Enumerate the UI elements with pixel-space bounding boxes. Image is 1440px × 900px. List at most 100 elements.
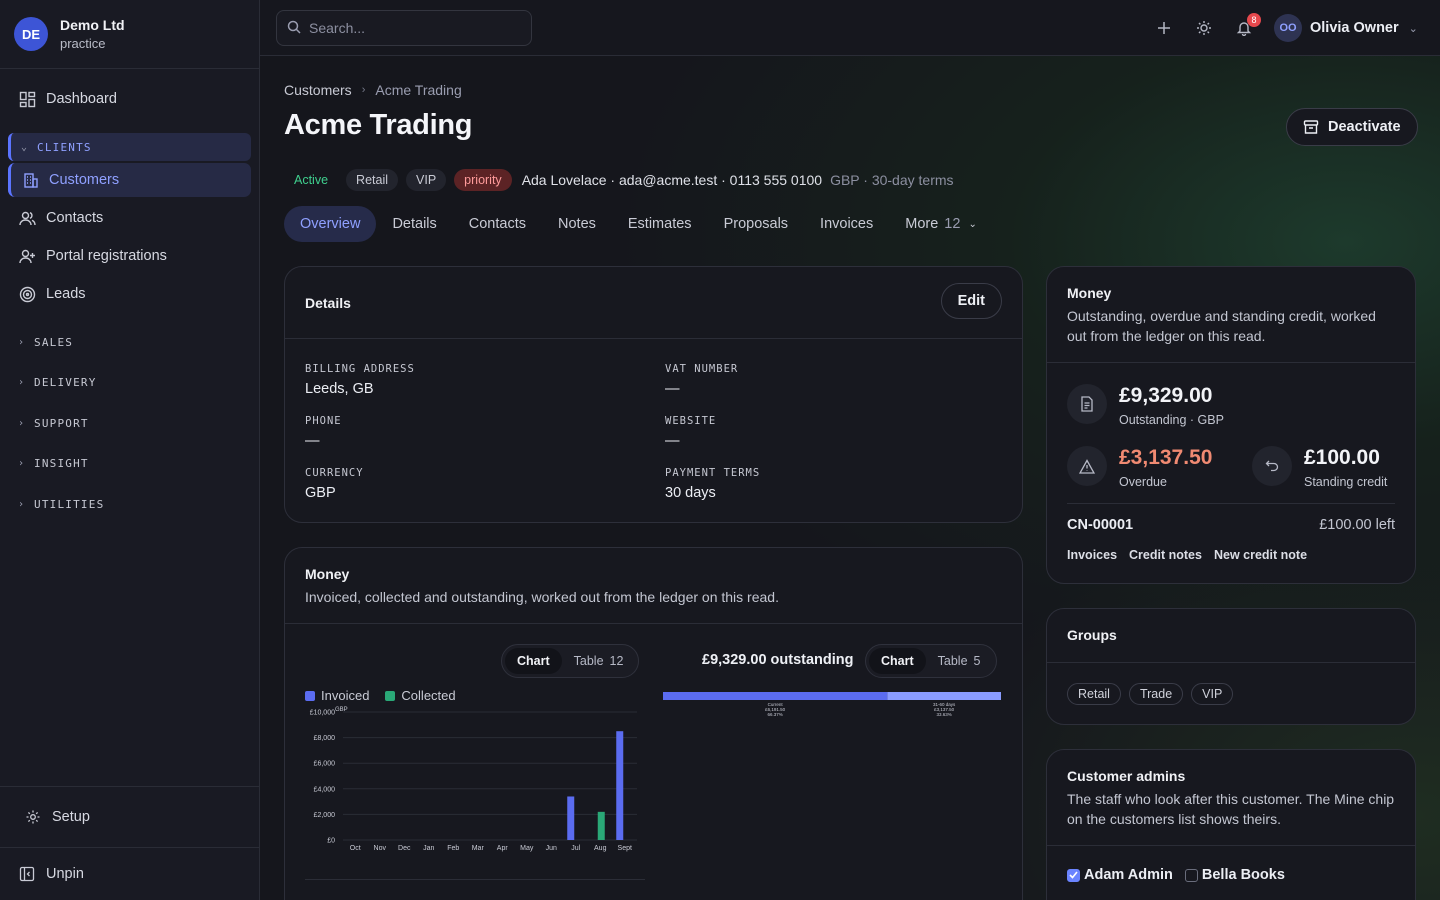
- tab-invoices[interactable]: Invoices: [804, 206, 889, 242]
- tag-chip: Retail: [346, 169, 399, 191]
- section-sales[interactable]: › SALES: [8, 328, 251, 356]
- setup-button[interactable]: Setup: [14, 800, 257, 834]
- group-chip[interactable]: Retail: [1067, 683, 1121, 705]
- link-credit-notes[interactable]: Credit notes: [1129, 548, 1202, 562]
- tab-label: Contacts: [468, 216, 526, 232]
- tab-more[interactable]: More 12 ⌄: [889, 206, 993, 242]
- table-toggle[interactable]: Table 12: [562, 648, 636, 674]
- x-tick-label: Apr: [497, 845, 509, 852]
- deactivate-label: Deactivate: [1328, 119, 1401, 135]
- sidebar-item-leads[interactable]: Leads: [8, 277, 251, 311]
- setup-label: Setup: [52, 809, 90, 825]
- credit-label: Standing credit: [1304, 475, 1388, 489]
- document-icon: [1067, 384, 1107, 424]
- unpin-button[interactable]: Unpin: [8, 857, 251, 891]
- main-content: Customers › Acme Trading Acme Trading De…: [260, 56, 1440, 900]
- legend-swatch-invoiced: [305, 690, 315, 701]
- outstanding-total: £9,329.00 outstanding: [702, 652, 854, 668]
- tag-chip: VIP: [406, 169, 447, 191]
- link-new-credit-note[interactable]: New credit note: [1214, 548, 1307, 562]
- edit-button[interactable]: Edit: [940, 283, 1002, 319]
- details-card: Details Edit BILLING ADDRESS Leeds, GB V…: [284, 266, 1023, 523]
- aging-label: 66.37%: [768, 712, 783, 717]
- tab-bar: Overview Details Contacts Notes Estimate…: [284, 206, 993, 242]
- y-tick-label: £2,000: [314, 812, 336, 819]
- field-label: VAT NUMBER: [665, 363, 739, 375]
- user-menu[interactable]: OO Olivia Owner ⌄: [1274, 14, 1418, 42]
- outstanding-label: Outstanding · GBP: [1119, 413, 1224, 427]
- field-phone: PHONE —: [305, 415, 342, 449]
- section-delivery[interactable]: › DELIVERY: [8, 368, 251, 396]
- section-utilities[interactable]: › UTILITIES: [8, 490, 251, 518]
- overdue-label: Overdue: [1119, 475, 1167, 489]
- page-title: Acme Trading: [284, 109, 473, 141]
- checkbox-checked-icon: [1067, 868, 1080, 882]
- status-badge: Active: [294, 173, 329, 187]
- sidebar-item-contacts[interactable]: Contacts: [8, 201, 251, 235]
- aging-stacked-bar: Current£6,191.5066.37%31-60 days£3,137.5…: [663, 692, 1001, 717]
- x-tick-label: Jan: [423, 845, 434, 852]
- tab-label: Overview: [300, 216, 361, 232]
- field-payment-terms: PAYMENT TERMS 30 days: [665, 467, 760, 501]
- sun-icon[interactable]: [1194, 18, 1214, 38]
- admin-name: Adam Admin: [1084, 867, 1173, 883]
- search-input[interactable]: [309, 20, 519, 36]
- outstanding-summary: £9,329.00 Outstanding · GBP: [1067, 384, 1224, 427]
- y-tick-label: £10,000: [310, 710, 335, 717]
- chart-legend: Invoiced Collected: [305, 688, 456, 703]
- tab-estimates[interactable]: Estimates: [612, 206, 708, 242]
- org-subtitle: practice: [60, 36, 106, 51]
- group-chip[interactable]: Trade: [1128, 683, 1184, 705]
- y-tick-label: £6,000: [314, 761, 336, 768]
- sidebar-item-customers[interactable]: Customers: [8, 163, 251, 197]
- user-plus-icon: [18, 247, 36, 265]
- sidebar-item-dashboard[interactable]: Dashboard: [8, 82, 251, 116]
- chart-table-toggle: Chart Table 12: [501, 644, 640, 678]
- credit-note-id[interactable]: CN-00001: [1067, 517, 1133, 533]
- tab-proposals[interactable]: Proposals: [708, 206, 804, 242]
- chart-toggle[interactable]: Chart: [505, 648, 562, 674]
- chart-toggle[interactable]: Chart: [869, 648, 926, 674]
- sidebar-item-label: Portal registrations: [46, 248, 167, 264]
- topbar: 8 OO Olivia Owner ⌄: [260, 0, 1440, 56]
- y-tick-label: £4,000: [314, 786, 336, 793]
- admin-checkbox-bella[interactable]: Bella Books: [1184, 867, 1285, 883]
- unpin-label: Unpin: [46, 866, 84, 882]
- x-tick-label: Sept: [618, 845, 632, 852]
- toggle-count: 5: [973, 654, 981, 668]
- breadcrumb-parent[interactable]: Customers: [284, 82, 352, 98]
- section-clients[interactable]: ⌄ CLIENTS: [8, 133, 251, 161]
- admin-checkbox-adam[interactable]: Adam Admin: [1067, 867, 1173, 883]
- bell-icon[interactable]: 8: [1234, 13, 1261, 38]
- tab-label: Estimates: [627, 216, 692, 232]
- group-chip[interactable]: VIP: [1191, 683, 1234, 705]
- x-tick-label: Jun: [546, 845, 557, 852]
- tab-label: Details: [392, 216, 437, 232]
- chevron-right-icon: ›: [18, 336, 26, 348]
- field-value: Leeds, GB: [305, 381, 374, 397]
- card-title: Money: [305, 566, 350, 582]
- tab-overview[interactable]: Overview: [284, 206, 377, 242]
- toggle-count: 12: [609, 654, 624, 668]
- undo-icon: [1252, 446, 1292, 486]
- card-subtitle: Outstanding, overdue and standing credit…: [1067, 308, 1376, 344]
- tab-contacts[interactable]: Contacts: [453, 206, 542, 242]
- link-invoices[interactable]: Invoices: [1067, 548, 1117, 562]
- org-switcher[interactable]: DE Demo Ltd practice: [0, 0, 259, 69]
- sidebar-item-label: Leads: [46, 286, 86, 302]
- section-insight[interactable]: › INSIGHT: [8, 449, 251, 477]
- search-box[interactable]: [276, 10, 532, 46]
- tab-notes[interactable]: Notes: [542, 206, 612, 242]
- table-toggle[interactable]: Table 5: [926, 648, 993, 674]
- plus-icon[interactable]: [1154, 18, 1174, 38]
- users-icon: [18, 209, 36, 227]
- section-label: CLIENTS: [37, 140, 92, 154]
- aging-label: 33.63%: [937, 712, 952, 717]
- deactivate-button[interactable]: Deactivate: [1286, 108, 1418, 146]
- target-icon: [18, 285, 36, 303]
- sidebar-item-portal-registrations[interactable]: Portal registrations: [8, 239, 251, 273]
- tab-details[interactable]: Details: [376, 206, 452, 242]
- section-support[interactable]: › SUPPORT: [8, 409, 251, 437]
- money-summary-card: Money Outstanding, overdue and standing …: [1046, 266, 1416, 584]
- search-icon: [287, 20, 301, 37]
